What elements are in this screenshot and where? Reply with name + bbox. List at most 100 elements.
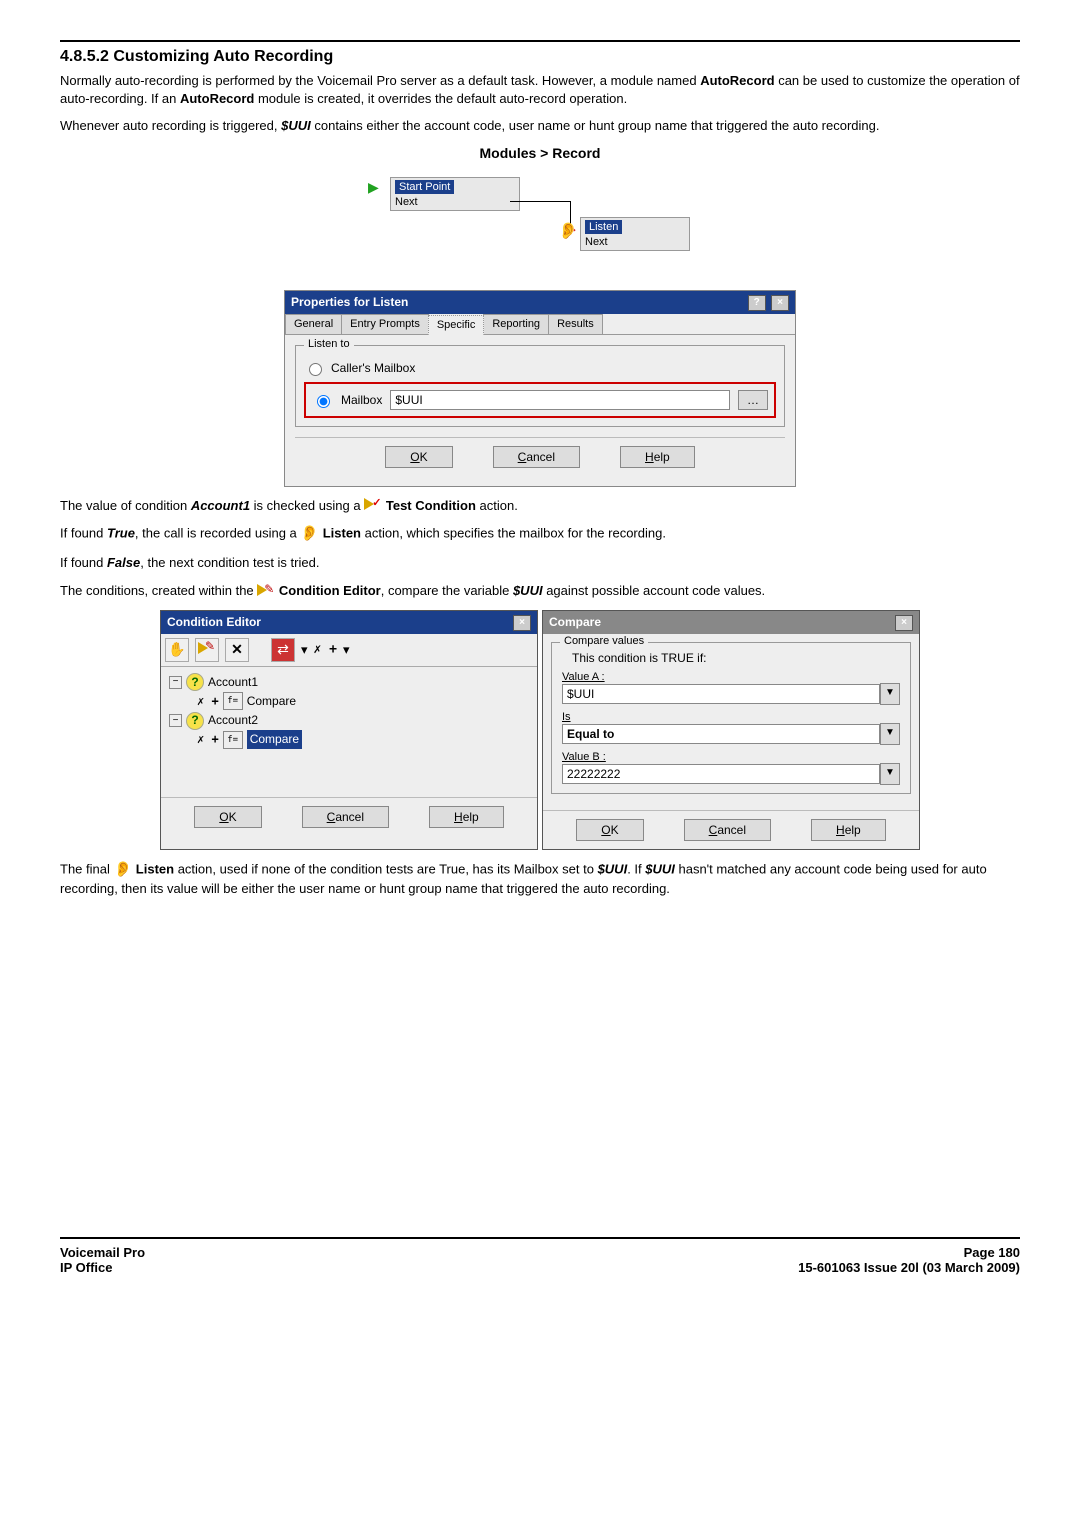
- tab-general[interactable]: General: [285, 314, 342, 334]
- para7-c: action, used if none of the condition te…: [174, 861, 597, 876]
- radio-callers-mailbox[interactable]: [309, 363, 322, 376]
- value-b-field[interactable]: [562, 764, 880, 784]
- listen-inline-icon-2: 👂: [113, 860, 132, 880]
- compare-close[interactable]: ×: [895, 615, 913, 631]
- compare-help-button[interactable]: Help: [811, 819, 886, 841]
- para2-uui: $UUI: [281, 118, 311, 133]
- value-b-label: Value B :: [562, 751, 900, 763]
- cond-ok-button[interactable]: OK: [194, 806, 261, 828]
- compare-node-icon-2: f=: [223, 731, 243, 749]
- tabs: General Entry Prompts Specific Reporting…: [285, 314, 795, 335]
- toolbar-delete-icon[interactable]: ✕: [225, 638, 249, 662]
- para5-c: , the next condition test is tried.: [140, 555, 319, 570]
- para1-autorecord-2: AutoRecord: [180, 91, 254, 106]
- compare-cancel-button[interactable]: Cancel: [684, 819, 771, 841]
- para4-listen: Listen: [323, 526, 361, 541]
- para4-true: True: [107, 526, 135, 541]
- footer-left-1: Voicemail Pro: [60, 1245, 145, 1260]
- listen-node-label: Listen: [585, 220, 622, 234]
- play-icon: ▶: [368, 179, 379, 196]
- start-point-label: Start Point: [395, 180, 454, 194]
- tab-reporting[interactable]: Reporting: [483, 314, 549, 334]
- para-6: The conditions, created within the Condi…: [60, 582, 1020, 600]
- properties-title: Properties for Listen: [291, 295, 408, 309]
- para5-a: If found: [60, 555, 107, 570]
- toolbar-dropdown-1[interactable]: ▾: [301, 642, 308, 658]
- compare-dialog: Compare × Compare values This condition …: [542, 610, 920, 850]
- radio-mailbox-label: Mailbox: [341, 393, 382, 407]
- para3-c: is checked using a: [250, 498, 364, 513]
- footer-right-1: Page 180: [964, 1245, 1020, 1260]
- dual-dialogs: Condition Editor × ✋ ✕ ⇄ ▾ ✗ + ▾ − ? Acc…: [160, 610, 920, 850]
- para-1: Normally auto-recording is performed by …: [60, 72, 1020, 107]
- toolbar-edit-icon[interactable]: [195, 638, 219, 662]
- radio-mailbox[interactable]: [317, 395, 330, 408]
- tree-account1[interactable]: Account1: [208, 673, 258, 692]
- para3-e: action.: [476, 498, 518, 513]
- top-rule: [60, 40, 1020, 42]
- para7-uui-2: $UUI: [645, 861, 675, 876]
- tree-compare1[interactable]: Compare: [247, 692, 296, 711]
- cond-help-button[interactable]: Help: [429, 806, 504, 828]
- para6-e: against possible account code values.: [543, 583, 766, 598]
- expander-account1[interactable]: −: [169, 676, 182, 689]
- start-point-node: Start Point Next: [390, 177, 520, 211]
- compare-fieldset: Compare values This condition is TRUE if…: [551, 642, 911, 794]
- cond-cancel-button[interactable]: Cancel: [302, 806, 389, 828]
- mailbox-field[interactable]: [390, 390, 730, 410]
- value-a-dropdown[interactable]: ▼: [880, 683, 900, 705]
- compare-legend: Compare values: [560, 635, 648, 647]
- para5-false: False: [107, 555, 140, 570]
- toolbar-new-icon[interactable]: ✋: [165, 638, 189, 662]
- para2-c: contains either the account code, user n…: [311, 118, 880, 133]
- mailbox-browse-button[interactable]: …: [738, 390, 768, 410]
- para7-uui-1: $UUI: [598, 861, 628, 876]
- toolbar-xplus[interactable]: ✗ +: [314, 642, 337, 657]
- question-icon-2: ?: [186, 712, 204, 730]
- operator-dropdown[interactable]: ▼: [880, 723, 900, 745]
- para3-a: The value of condition: [60, 498, 191, 513]
- footer-left-2: IP Office: [60, 1260, 113, 1275]
- listen-to-fieldset: Listen to Caller's Mailbox Mailbox …: [295, 345, 785, 427]
- para-7: The final 👂 Listen action, used if none …: [60, 860, 1020, 898]
- para2-a: Whenever auto recording is triggered,: [60, 118, 281, 133]
- toolbar-compare-icon[interactable]: ⇄: [271, 638, 295, 662]
- condition-editor-icon: [257, 584, 275, 600]
- para4-e: action, which specifies the mailbox for …: [361, 526, 666, 541]
- help-button[interactable]: Help: [620, 446, 695, 468]
- tree-account2[interactable]: Account2: [208, 711, 258, 730]
- toolbar-dropdown-2[interactable]: ▾: [343, 642, 350, 658]
- tab-entry-prompts[interactable]: Entry Prompts: [341, 314, 429, 334]
- properties-dialog: Properties for Listen ? × General Entry …: [284, 290, 796, 487]
- para1-autorecord-1: AutoRecord: [700, 73, 774, 88]
- tree-compare2[interactable]: Compare: [247, 730, 302, 749]
- close-window-button[interactable]: ×: [771, 295, 789, 311]
- xplus-icon-2: ✗ +: [197, 730, 219, 749]
- footer-rule: [60, 1237, 1020, 1239]
- condition-tree: − ? Account1 ✗ + f= Compare − ? Account2…: [161, 667, 537, 789]
- tab-specific[interactable]: Specific: [428, 315, 485, 335]
- flowchart-title: Modules > Record: [60, 145, 1020, 161]
- ok-button[interactable]: OK: [385, 446, 452, 468]
- para6-c: , compare the variable: [381, 583, 513, 598]
- operator-field[interactable]: [562, 724, 880, 744]
- para4-a: If found: [60, 526, 107, 541]
- value-b-dropdown[interactable]: ▼: [880, 763, 900, 785]
- cancel-button[interactable]: Cancel: [493, 446, 580, 468]
- help-window-button[interactable]: ?: [748, 295, 766, 311]
- radio-callers-label: Caller's Mailbox: [331, 361, 415, 375]
- para6-a: The conditions, created within the: [60, 583, 257, 598]
- compare-ok-button[interactable]: OK: [576, 819, 643, 841]
- para6-uui: $UUI: [513, 583, 543, 598]
- condition-editor-dialog: Condition Editor × ✋ ✕ ⇄ ▾ ✗ + ▾ − ? Acc…: [160, 610, 538, 850]
- para-3: The value of condition Account1 is check…: [60, 497, 1020, 515]
- cond-editor-close[interactable]: ×: [513, 615, 531, 631]
- expander-account2[interactable]: −: [169, 714, 182, 727]
- tab-results[interactable]: Results: [548, 314, 603, 334]
- footer-right-2: 15-601063 Issue 20l (03 March 2009): [798, 1260, 1020, 1275]
- value-a-field[interactable]: [562, 684, 880, 704]
- start-next-label: Next: [395, 196, 418, 208]
- is-label: Is: [562, 711, 900, 723]
- para-4: If found True, the call is recorded usin…: [60, 524, 1020, 544]
- test-condition-icon: [364, 498, 382, 514]
